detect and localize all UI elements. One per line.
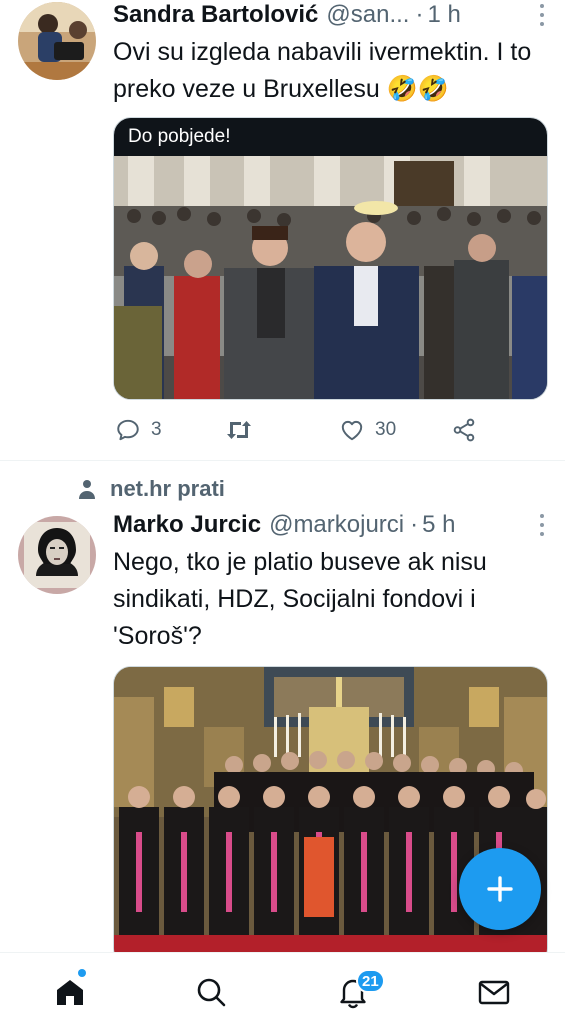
compose-tweet-button[interactable] [459,848,541,930]
more-options-icon[interactable] [539,514,545,536]
avatar[interactable] [18,2,96,80]
media-caption-bar: Do pobjede! [114,118,547,156]
avatar[interactable] [18,516,96,594]
tweet-text: Nego, tko je platio buseve ak nisu sindi… [113,548,487,650]
mail-icon [478,980,510,1005]
reply-icon [117,419,139,441]
crowd-photo [114,156,547,399]
reply-button[interactable]: 3 [115,417,162,443]
person-icon [79,480,95,499]
like-button[interactable]: 30 [339,417,396,443]
nav-search[interactable] [194,975,228,1009]
bottom-navigation [0,952,565,1024]
author-name[interactable]: Marko Jurcic [113,511,261,539]
retweet-icon [227,421,251,439]
search-icon [197,978,226,1007]
author-name[interactable]: Sandra Bartolović [113,1,318,29]
share-icon [453,418,475,442]
heart-icon [341,420,363,441]
nav-messages[interactable] [477,975,511,1009]
tweet[interactable]: Sandra Bartolović @san... · 1 h Ovi su i… [0,0,565,460]
tweet-media[interactable]: Do pobjede! [113,117,548,400]
author-handle[interactable]: @markojurci [269,511,404,539]
social-context[interactable]: net.hr prati [78,476,225,502]
notifications-badge: 21 [356,969,385,993]
social-context-label: net.hr prati [110,476,225,501]
home-icon [57,980,83,1005]
timestamp[interactable]: 1 h [427,1,460,29]
home-unread-dot [78,969,86,977]
nav-home[interactable] [53,975,87,1009]
timestamp[interactable]: 5 h [422,511,455,539]
tweet-text: Ovi su izgleda nabavili ivermektin. I to… [113,38,532,103]
media-caption: Do pobjede! [128,126,231,147]
separator-dot: · [415,1,424,28]
separator-dot: · [410,511,419,538]
retweet-button[interactable] [225,417,253,443]
share-button[interactable] [451,417,477,443]
like-count: 30 [375,419,397,440]
reply-count: 3 [151,419,162,440]
plus-icon [487,876,513,902]
author-handle[interactable]: @san... [326,1,409,29]
more-options-icon[interactable] [539,4,545,26]
tweet-divider [0,460,565,461]
